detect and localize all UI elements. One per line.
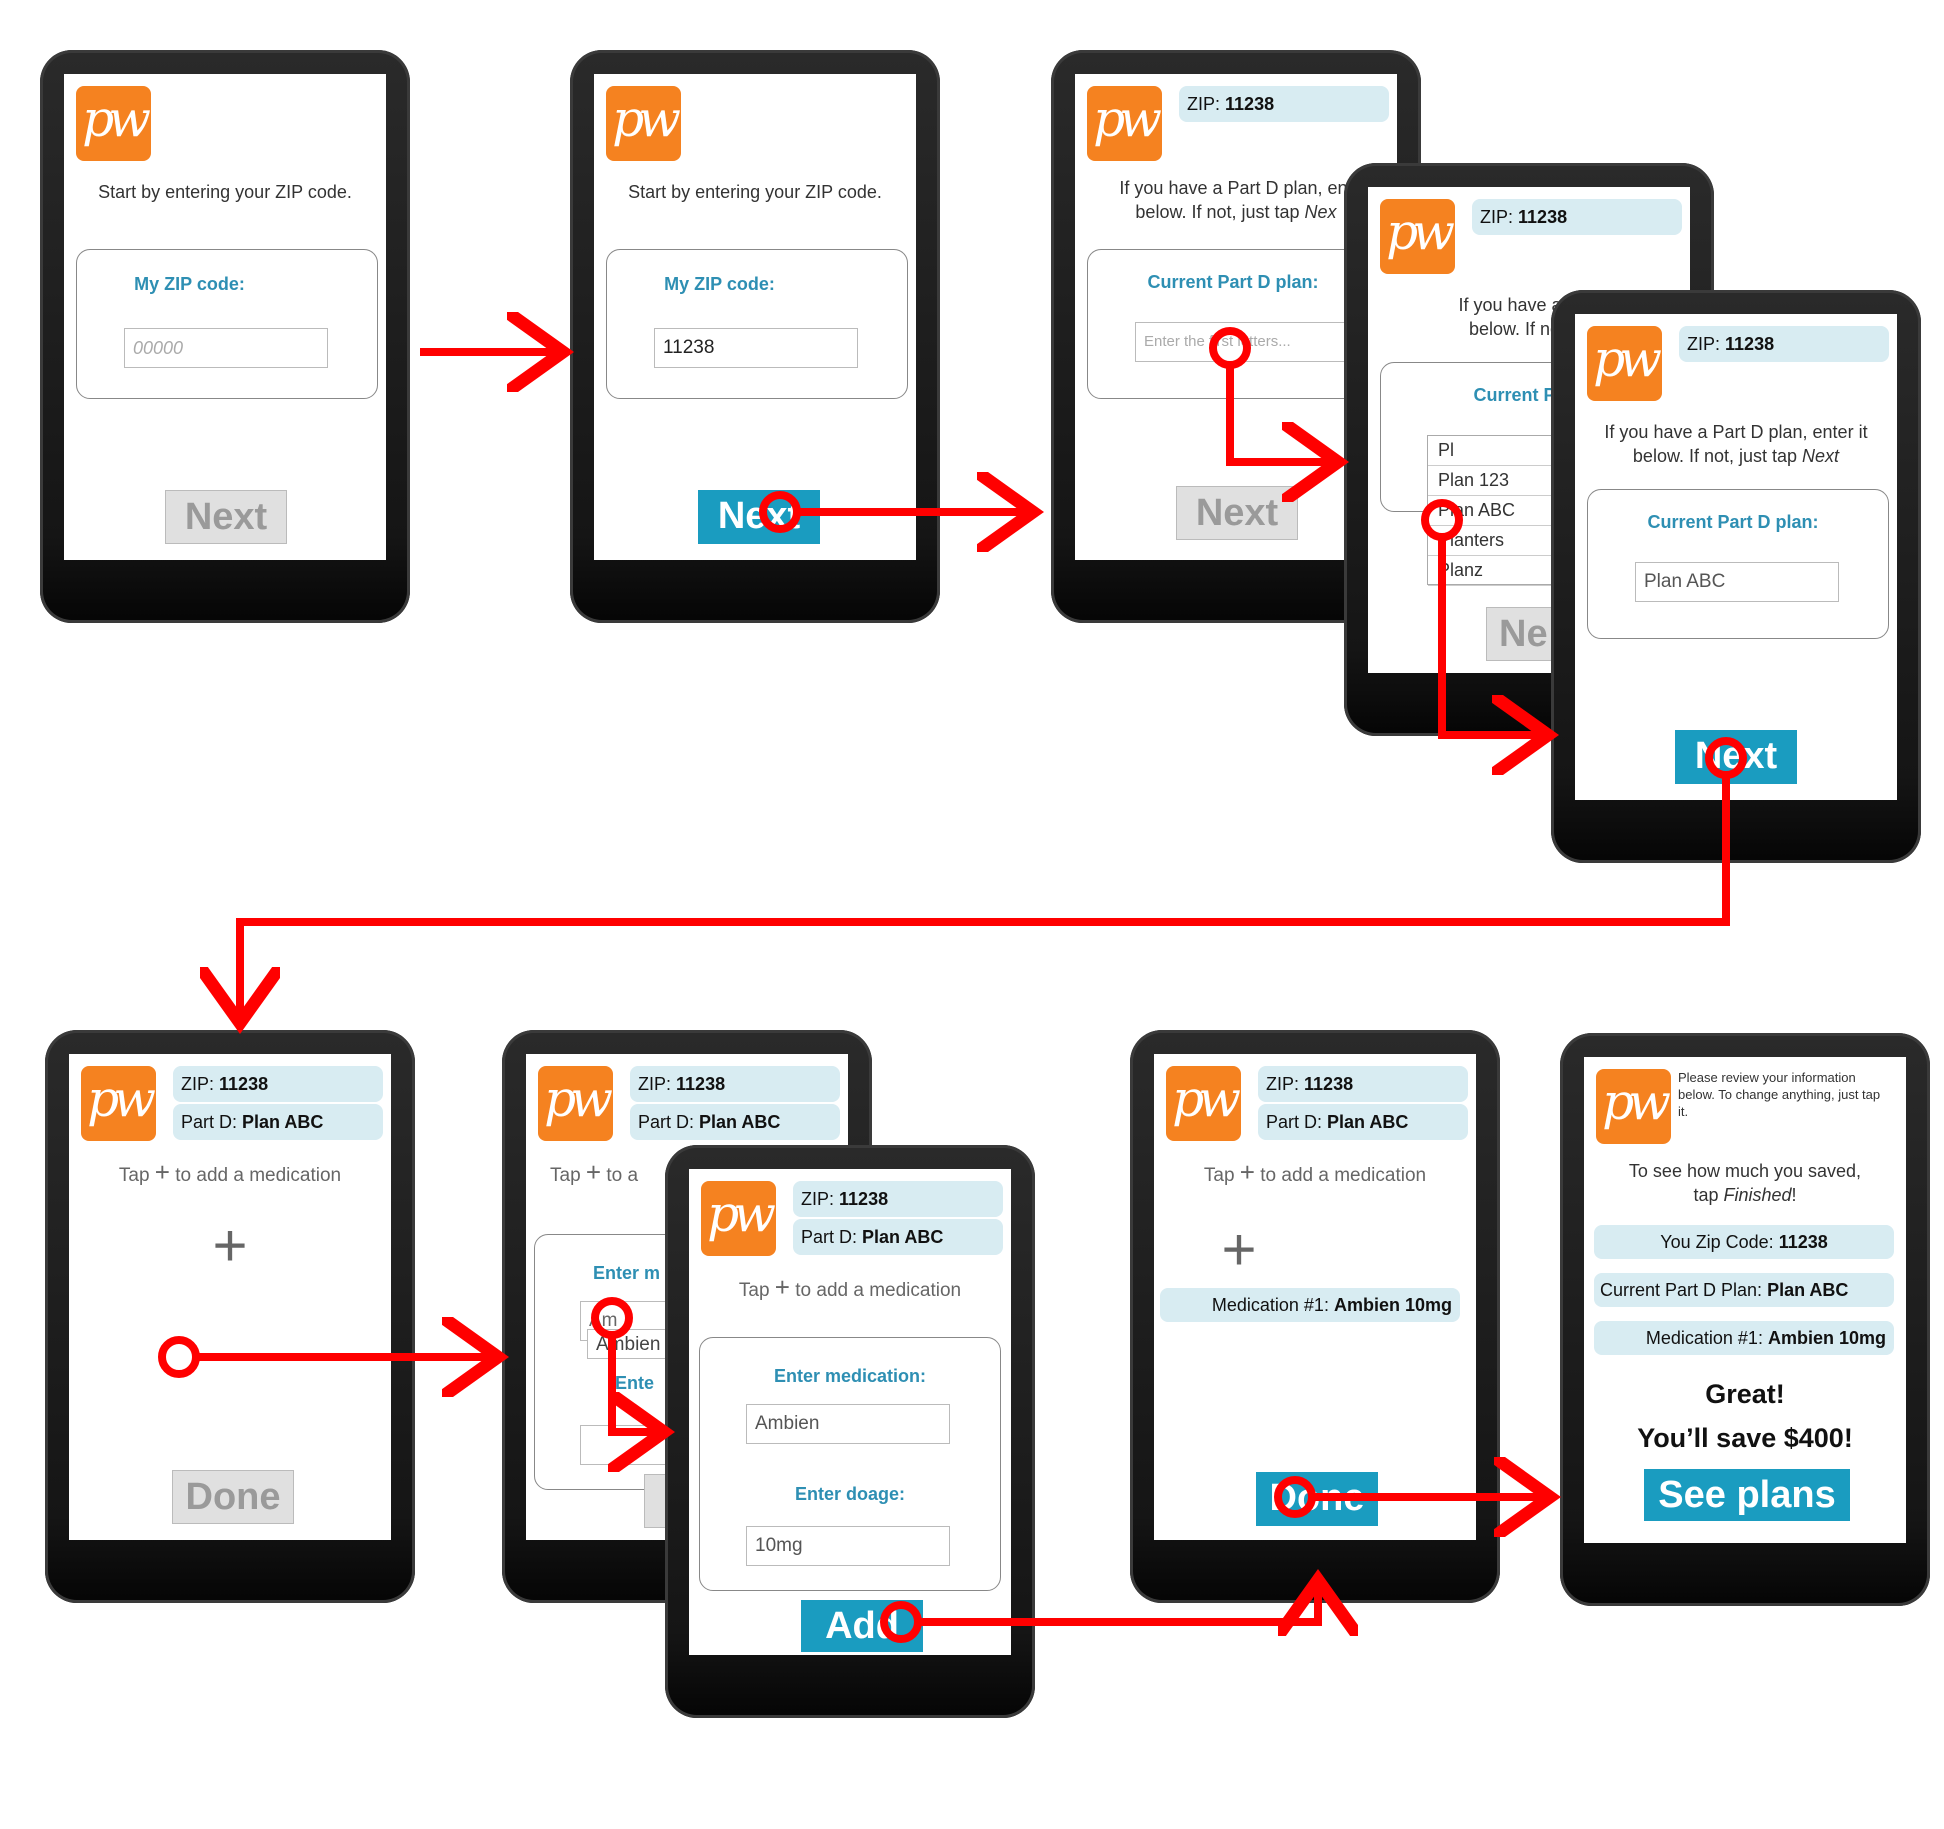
tap-marker <box>1209 327 1251 369</box>
flow-arrows <box>158 0 1747 1643</box>
tap-marker <box>1705 737 1747 779</box>
tap-marker <box>1274 1476 1316 1518</box>
tap-marker <box>158 1336 200 1378</box>
arrow-step4-to-step5 <box>1438 537 1540 735</box>
tap-marker <box>759 491 801 533</box>
arrow-step5-to-step6 <box>240 775 1730 1015</box>
arrow-step3-to-step4 <box>1226 365 1330 462</box>
tap-marker <box>1421 499 1463 541</box>
arrow-step8-to-step9 <box>918 1588 1318 1622</box>
tap-marker <box>591 1297 633 1339</box>
arrow-step7-to-step8 <box>608 1335 656 1432</box>
tap-marker <box>880 1601 922 1643</box>
